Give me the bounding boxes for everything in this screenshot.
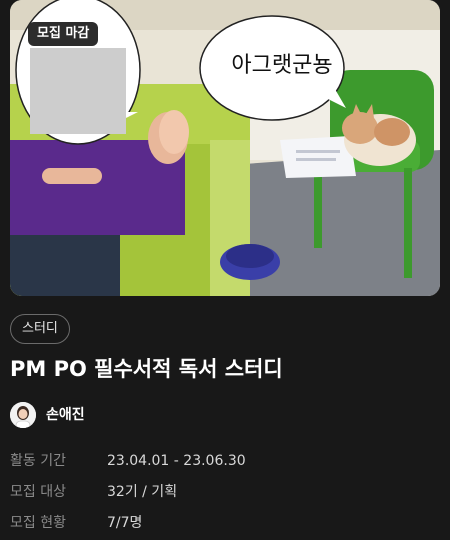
recruit-closed-badge: 모집 마감 bbox=[28, 22, 99, 46]
info-value: 23.04.01 - 23.06.30 bbox=[107, 453, 246, 469]
info-label: 모집 현황 bbox=[10, 515, 66, 531]
author-name[interactable]: 손애진 bbox=[46, 405, 85, 425]
speech-bubble-text: 아그랫군뇽 bbox=[231, 53, 333, 78]
avatar[interactable] bbox=[10, 402, 36, 428]
study-cover-image[interactable]: 모집 마감 아그랫군뇽 bbox=[10, 0, 440, 296]
category-tag[interactable]: 스터디 bbox=[10, 314, 70, 344]
page-title: PM PO 필수서적 독서 스터디 bbox=[10, 357, 283, 381]
info-label: 활동 기간 bbox=[10, 453, 66, 469]
info-label: 모집 대상 bbox=[10, 484, 66, 500]
profile-avatar-icon bbox=[10, 402, 36, 428]
info-value: 32기 / 기획 bbox=[107, 484, 178, 500]
info-value: 7/7명 bbox=[107, 515, 143, 531]
